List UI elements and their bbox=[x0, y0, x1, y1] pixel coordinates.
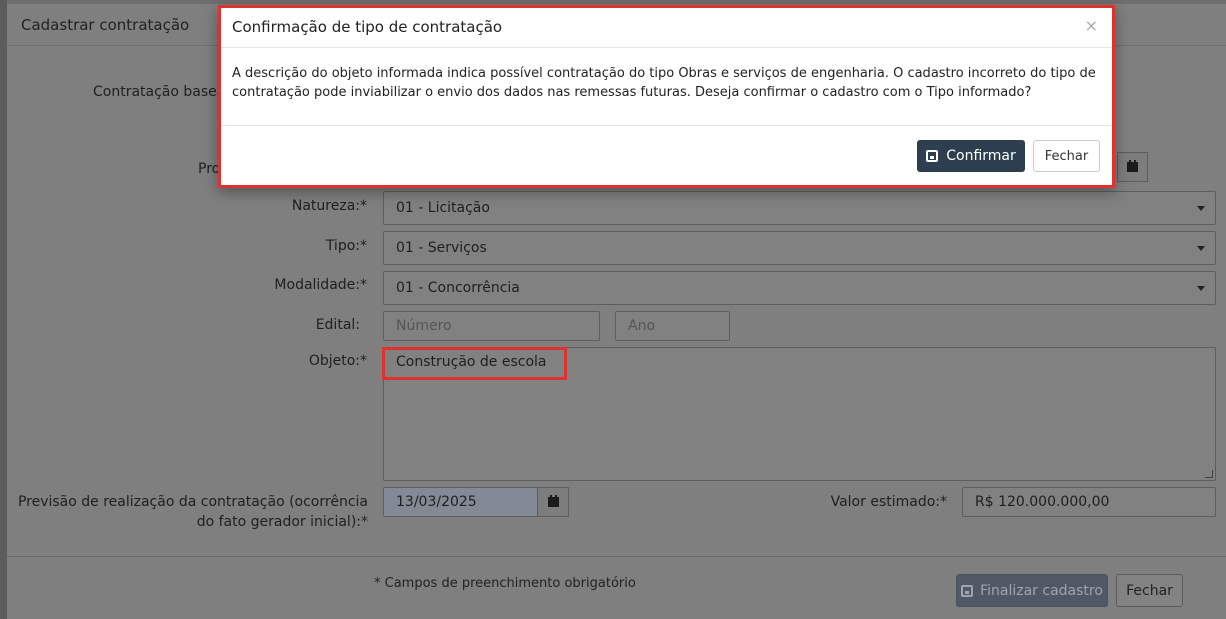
dialog-message: A descrição do objeto informada indica p… bbox=[221, 48, 1112, 126]
finalizar-cadastro-label: Finalizar cadastro bbox=[980, 582, 1103, 599]
base-modal-title: Cadastrar contratação bbox=[21, 16, 190, 34]
label-contratacao-baseada: Contratação basea bbox=[93, 84, 226, 100]
tipo-value: 01 - Serviços bbox=[396, 240, 487, 256]
objeto-highlight-box bbox=[382, 347, 567, 380]
confirmation-dialog: Confirmação de tipo de contratação × A d… bbox=[218, 5, 1115, 188]
fechar-dialog-button[interactable]: Fechar bbox=[1033, 140, 1100, 172]
required-fields-note: * Campos de preenchimento obrigatório bbox=[374, 576, 636, 591]
label-processo: Pro bbox=[198, 161, 221, 177]
footer-divider bbox=[7, 556, 1226, 557]
label-edital: Edital: bbox=[315, 317, 360, 333]
dialog-header: Confirmação de tipo de contratação × bbox=[221, 8, 1112, 48]
confirmar-button[interactable]: Confirmar bbox=[917, 140, 1025, 172]
label-modalidade: Modalidade:* bbox=[274, 277, 367, 293]
edital-numero-input[interactable]: Número bbox=[383, 311, 600, 341]
calendar-icon bbox=[1127, 160, 1138, 172]
dialog-title: Confirmação de tipo de contratação bbox=[232, 18, 503, 36]
label-natureza: Natureza:* bbox=[291, 198, 367, 214]
previsao-date-input[interactable]: 13/03/2025 bbox=[383, 487, 538, 517]
processo-calendar-button[interactable] bbox=[1117, 152, 1148, 182]
finalizar-cadastro-button[interactable]: Finalizar cadastro bbox=[956, 574, 1108, 607]
chevron-down-icon bbox=[1197, 206, 1205, 211]
fechar-base-button[interactable]: Fechar bbox=[1116, 574, 1183, 607]
previsao-date-value: 13/03/2025 bbox=[396, 494, 477, 510]
tipo-select[interactable]: 01 - Serviços bbox=[383, 231, 1216, 265]
save-icon bbox=[961, 584, 974, 597]
label-tipo: Tipo:* bbox=[325, 238, 367, 254]
resize-handle-icon[interactable] bbox=[1205, 470, 1213, 478]
confirmar-label: Confirmar bbox=[946, 148, 1016, 164]
chevron-down-icon bbox=[1197, 286, 1205, 291]
valor-estimado-input[interactable]: R$ 120.000.000,00 bbox=[962, 487, 1216, 517]
fechar-dialog-label: Fechar bbox=[1044, 148, 1089, 164]
natureza-select[interactable]: 01 - Licitação bbox=[383, 191, 1216, 225]
save-icon bbox=[926, 150, 939, 162]
edital-numero-placeholder: Número bbox=[396, 318, 452, 334]
chevron-down-icon bbox=[1197, 246, 1205, 251]
close-icon[interactable]: × bbox=[1085, 16, 1098, 35]
previsao-calendar-button[interactable] bbox=[537, 487, 569, 517]
app-sidebar-background bbox=[0, 0, 7, 619]
valor-estimado-value: R$ 120.000.000,00 bbox=[975, 494, 1110, 510]
modalidade-select[interactable]: 01 - Concorrência bbox=[383, 271, 1216, 305]
edital-ano-placeholder: Ano bbox=[628, 318, 656, 334]
label-previsao: Previsão de realização da contratação (o… bbox=[17, 494, 368, 530]
fechar-base-label: Fechar bbox=[1126, 582, 1173, 599]
modalidade-value: 01 - Concorrência bbox=[396, 280, 520, 296]
edital-ano-input[interactable]: Ano bbox=[615, 311, 730, 341]
natureza-value: 01 - Licitação bbox=[396, 200, 490, 216]
label-valor-estimado: Valor estimado:* bbox=[830, 494, 947, 510]
label-objeto: Objeto:* bbox=[308, 353, 367, 369]
calendar-icon bbox=[547, 495, 559, 507]
